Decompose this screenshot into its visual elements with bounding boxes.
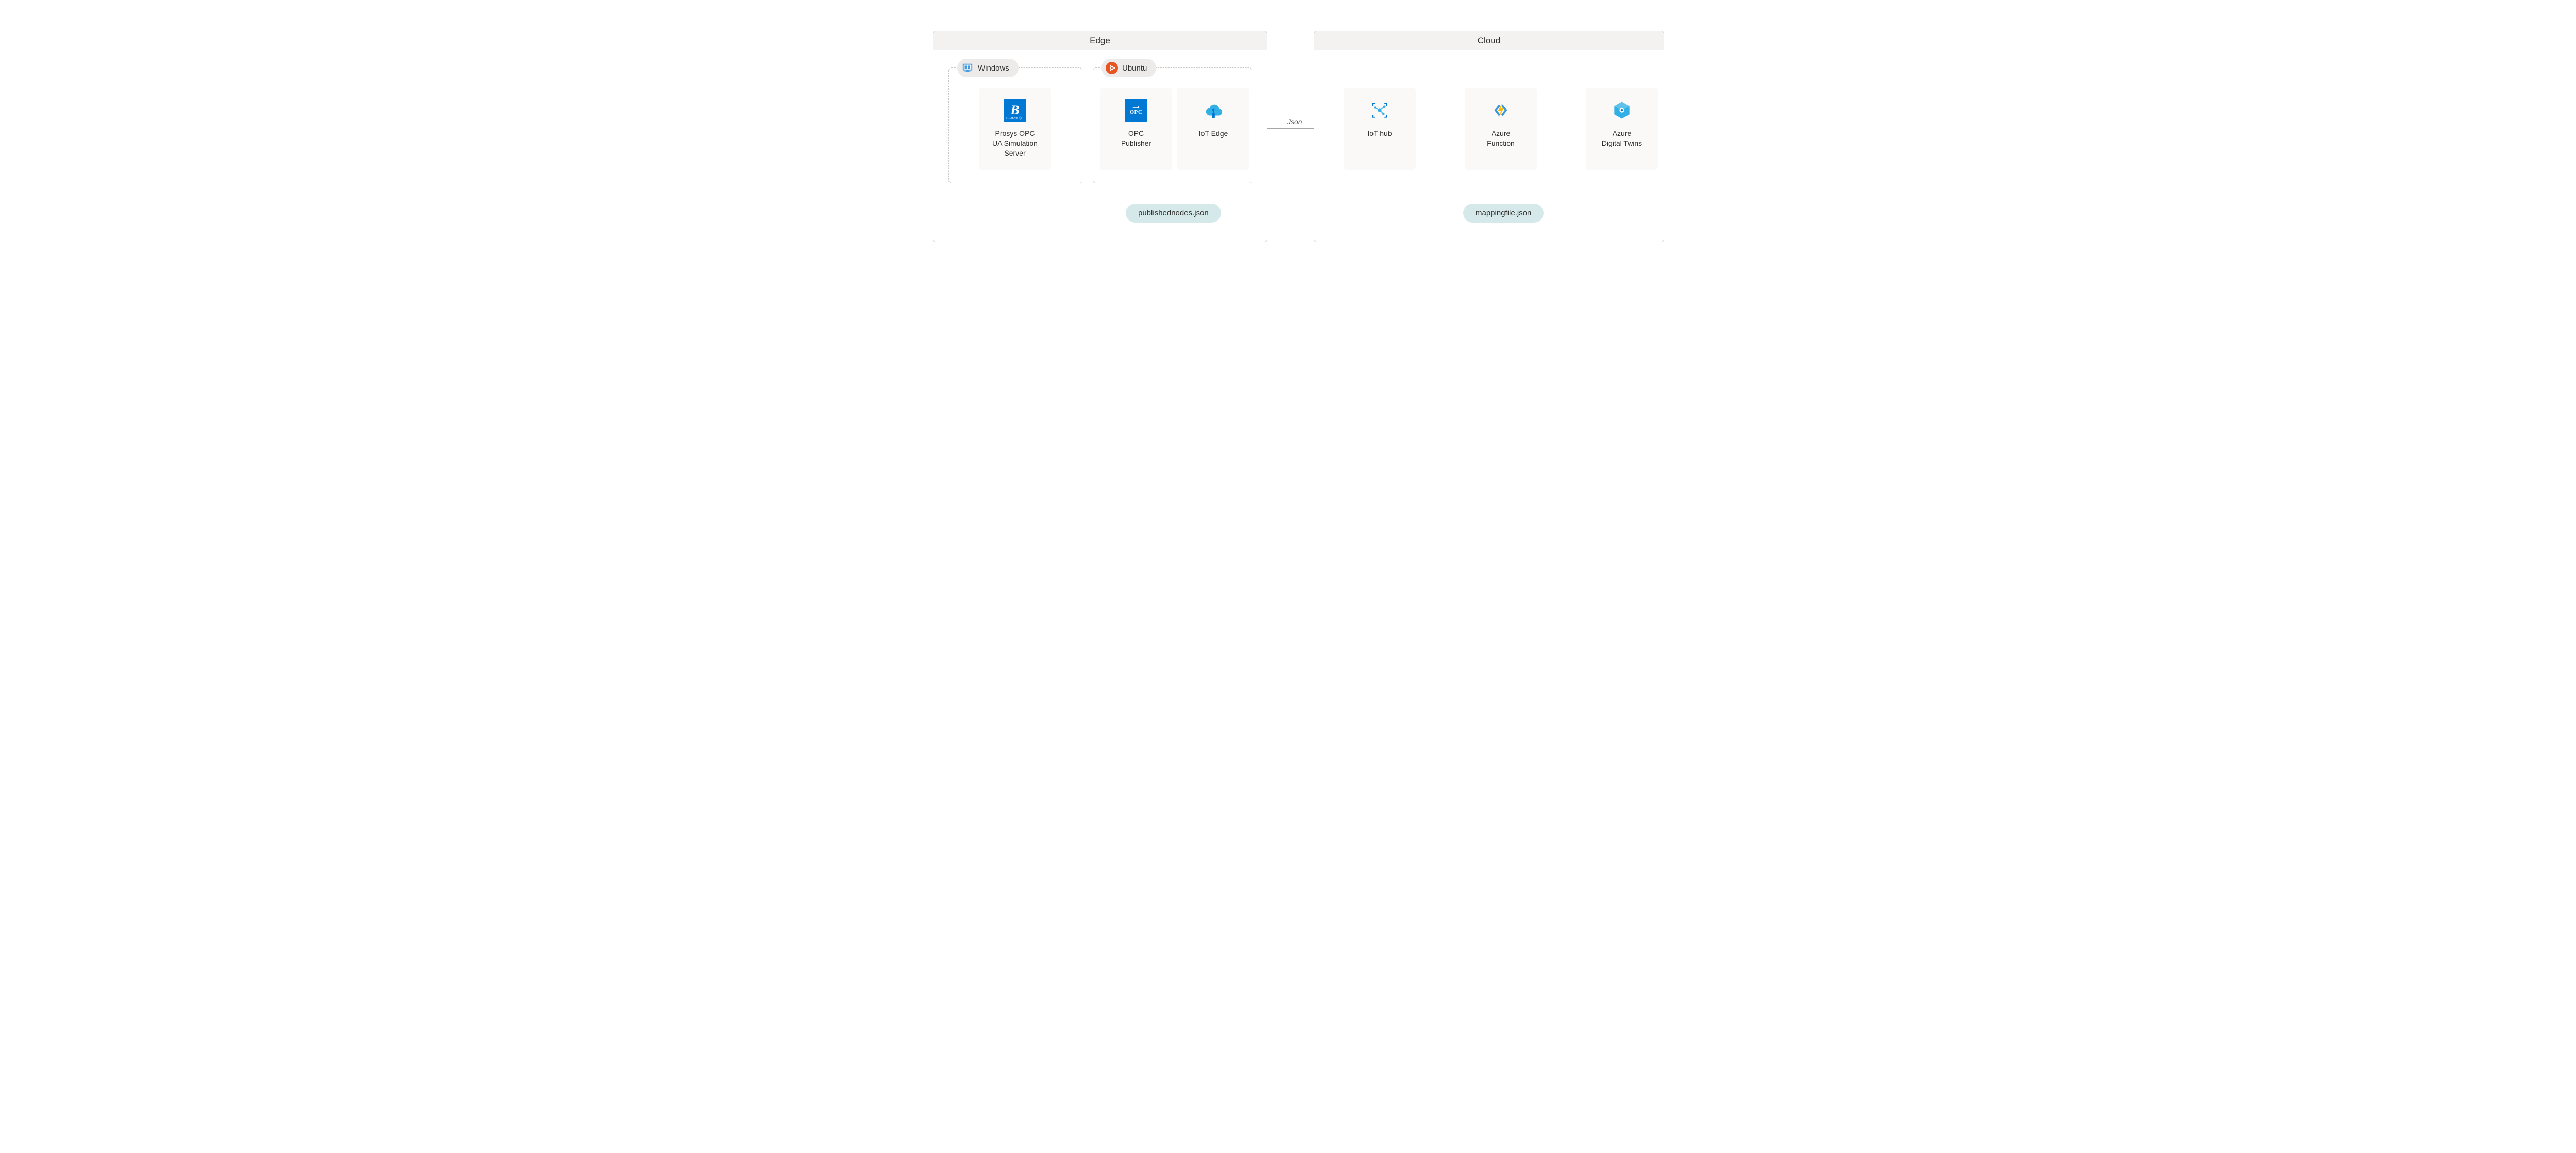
- node-prosys-label: Prosys OPC UA Simulation Server: [983, 129, 1047, 158]
- prosys-icon: BPROSYS ⌬: [1003, 98, 1027, 123]
- azure-function-icon: [1488, 98, 1513, 123]
- panel-edge-title: Edge: [933, 31, 1267, 50]
- pill-windows: Windows: [957, 59, 1019, 77]
- azure-digital-twins-icon: [1609, 98, 1634, 123]
- architecture-diagram: Edge Windows Ubuntu Cloud BPROS: [902, 21, 1674, 268]
- node-azure-digital-twins-label: Azure Digital Twins: [1590, 129, 1654, 148]
- pill-ubuntu-label: Ubuntu: [1122, 64, 1147, 73]
- node-azure-function: Azure Function: [1465, 88, 1537, 170]
- pill-windows-label: Windows: [978, 64, 1009, 73]
- node-azure-digital-twins: Azure Digital Twins: [1586, 88, 1658, 170]
- node-opc-publisher-label: OPC Publisher: [1104, 129, 1168, 148]
- panel-cloud-title: Cloud: [1314, 31, 1664, 50]
- node-iot-hub: IoT hub: [1344, 88, 1416, 170]
- node-azure-function-label: Azure Function: [1469, 129, 1533, 148]
- node-prosys: BPROSYS ⌬ Prosys OPC UA Simulation Serve…: [979, 88, 1051, 170]
- opc-publisher-icon: ⟶ OPC: [1124, 98, 1148, 123]
- ubuntu-icon: [1106, 62, 1118, 74]
- file-publishednodes: publishednodes.json: [1126, 204, 1221, 223]
- iot-edge-icon: [1201, 98, 1226, 123]
- windows-icon: [961, 62, 974, 74]
- file-mappingfile-label: mappingfile.json: [1476, 209, 1531, 217]
- node-opc-publisher: ⟶ OPC OPC Publisher: [1100, 88, 1172, 170]
- file-publishednodes-label: publishednodes.json: [1138, 209, 1209, 217]
- iot-hub-icon: [1367, 98, 1392, 123]
- arrow-json-label: Json: [1287, 117, 1302, 126]
- file-mappingfile: mappingfile.json: [1463, 204, 1544, 223]
- node-iot-edge: IoT Edge: [1177, 88, 1249, 170]
- pill-ubuntu: Ubuntu: [1101, 59, 1156, 77]
- node-iot-hub-label: IoT hub: [1348, 129, 1412, 139]
- node-iot-edge-label: IoT Edge: [1181, 129, 1245, 139]
